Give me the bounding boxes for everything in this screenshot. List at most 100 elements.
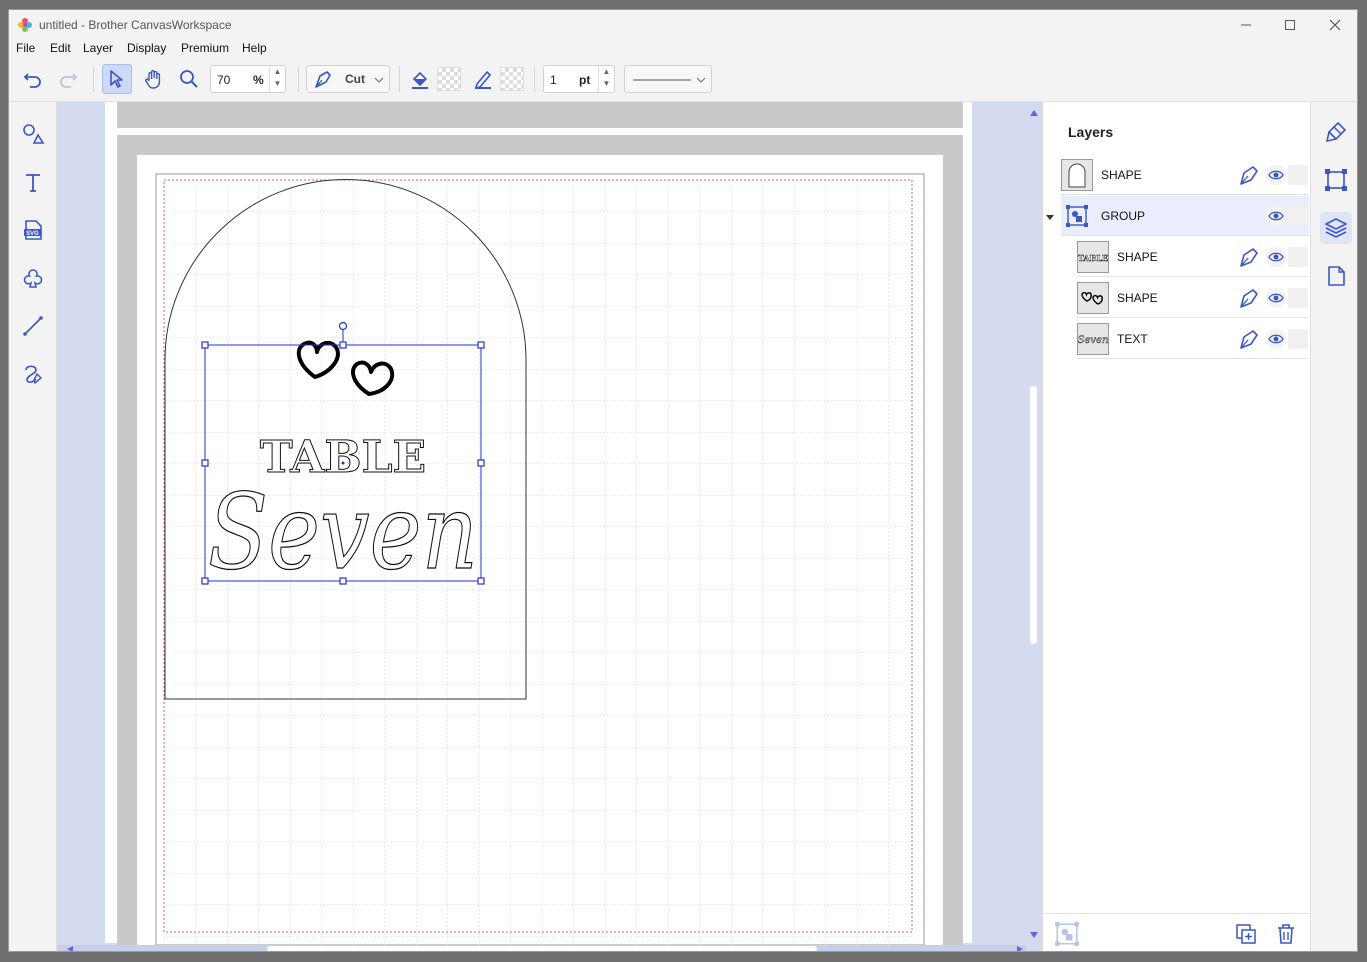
chevron-up-icon[interactable]: ▲ bbox=[270, 66, 285, 78]
menu-file[interactable]: File bbox=[16, 41, 35, 55]
hand-icon bbox=[145, 70, 161, 89]
resize-handle[interactable] bbox=[477, 459, 485, 467]
line-color-button[interactable] bbox=[468, 64, 498, 94]
group-icon bbox=[1065, 204, 1089, 228]
lock-toggle[interactable] bbox=[1288, 247, 1308, 267]
vertical-scroll-thumb[interactable] bbox=[1030, 386, 1037, 644]
layer-row-group[interactable]: GROUP bbox=[1061, 196, 1309, 236]
zoom-tool-button[interactable] bbox=[174, 64, 204, 94]
layer-row-shape-arch[interactable]: SHAPE bbox=[1061, 155, 1309, 195]
layer-name: SHAPE bbox=[1117, 250, 1158, 264]
resize-handle[interactable] bbox=[339, 341, 347, 349]
edit-image-button[interactable] bbox=[1320, 116, 1352, 148]
collapse-arrow-icon[interactable] bbox=[1046, 213, 1054, 221]
fill-color-swatch[interactable] bbox=[437, 67, 461, 91]
right-sidebar bbox=[1310, 102, 1357, 951]
lock-toggle[interactable] bbox=[1288, 288, 1308, 308]
page-settings-button[interactable] bbox=[1320, 260, 1352, 292]
line-style-dropdown[interactable] bbox=[624, 65, 712, 93]
layers-button[interactable] bbox=[1320, 212, 1352, 244]
lock-toggle[interactable] bbox=[1288, 329, 1308, 349]
design-seven-text[interactable]: Seven bbox=[207, 470, 478, 593]
ungroup-icon[interactable] bbox=[1054, 921, 1080, 947]
line-icon bbox=[23, 316, 43, 336]
pattern-tool-button[interactable] bbox=[18, 263, 48, 293]
visibility-toggle[interactable] bbox=[1266, 206, 1286, 226]
mode-dropdown[interactable]: Cut bbox=[306, 65, 390, 93]
line-tool-button[interactable] bbox=[18, 311, 48, 341]
chevron-down-icon bbox=[696, 77, 706, 83]
redo-button[interactable] bbox=[53, 64, 83, 94]
undo-button[interactable] bbox=[18, 64, 48, 94]
cut-pen-icon[interactable] bbox=[1237, 245, 1261, 269]
visibility-toggle[interactable] bbox=[1266, 165, 1286, 185]
solid-line-icon bbox=[633, 79, 691, 81]
canvas-area[interactable]: TABLE Seven bbox=[57, 102, 1042, 952]
toolbar-divider bbox=[298, 66, 299, 92]
eye-icon bbox=[1268, 252, 1284, 262]
layer-row-shape-hearts[interactable]: SHAPE bbox=[1077, 278, 1309, 318]
line-width-stepper[interactable]: ▲ ▼ bbox=[598, 66, 614, 92]
rotate-handle[interactable] bbox=[338, 321, 348, 331]
chevron-up-icon[interactable]: ▲ bbox=[599, 66, 614, 78]
zoom-input[interactable]: 70 % ▲ ▼ bbox=[210, 65, 286, 93]
select-tool-button[interactable] bbox=[102, 64, 132, 94]
trash-icon[interactable] bbox=[1274, 922, 1298, 946]
layer-name: GROUP bbox=[1101, 209, 1146, 223]
pan-tool-button[interactable] bbox=[139, 64, 169, 94]
layer-row-text-seven[interactable]: Seven TEXT bbox=[1077, 319, 1309, 359]
horizontal-scroll-thumb[interactable] bbox=[267, 946, 817, 952]
line-width-unit: pt bbox=[579, 73, 591, 87]
layers-title: Layers bbox=[1068, 124, 1114, 140]
close-button[interactable] bbox=[1324, 15, 1346, 35]
cut-pen-icon[interactable] bbox=[1237, 327, 1261, 351]
chevron-down-icon[interactable]: ▼ bbox=[599, 78, 614, 90]
shape-tool-button[interactable] bbox=[18, 119, 48, 149]
visibility-toggle[interactable] bbox=[1266, 329, 1286, 349]
svg-import-button[interactable]: SVG bbox=[18, 215, 48, 245]
menu-edit[interactable]: Edit bbox=[50, 41, 71, 55]
resize-handle[interactable] bbox=[201, 341, 209, 349]
menu-premium[interactable]: Premium bbox=[181, 41, 229, 55]
design-canvas[interactable]: TABLE Seven bbox=[57, 102, 1042, 952]
cut-pen-icon[interactable] bbox=[1237, 163, 1261, 187]
mat-top-band bbox=[117, 102, 963, 128]
layers-panel-footer bbox=[1043, 913, 1310, 951]
resize-handle[interactable] bbox=[201, 459, 209, 467]
undo-icon bbox=[23, 73, 41, 88]
zoom-stepper[interactable]: ▲ ▼ bbox=[269, 66, 285, 92]
duplicate-icon[interactable] bbox=[1234, 922, 1258, 946]
menu-layer[interactable]: Layer bbox=[83, 41, 113, 55]
toolbar-divider bbox=[93, 66, 94, 92]
minimize-button[interactable] bbox=[1235, 15, 1257, 35]
cut-pen-icon[interactable] bbox=[1237, 286, 1261, 310]
chevron-down-icon[interactable]: ▼ bbox=[270, 78, 285, 90]
layer-name: SHAPE bbox=[1101, 168, 1142, 182]
resize-handle[interactable] bbox=[477, 577, 485, 585]
maximize-button[interactable] bbox=[1279, 15, 1301, 35]
paint-bucket-icon bbox=[412, 71, 428, 89]
visibility-toggle[interactable] bbox=[1266, 247, 1286, 267]
menu-display[interactable]: Display bbox=[127, 41, 166, 55]
fill-color-button[interactable] bbox=[405, 64, 435, 94]
text-tool-button[interactable] bbox=[18, 167, 48, 197]
lock-toggle[interactable] bbox=[1288, 206, 1308, 226]
resize-handle[interactable] bbox=[201, 577, 209, 585]
layer-row-shape-table[interactable]: TABLE SHAPE bbox=[1077, 237, 1309, 277]
resize-handle[interactable] bbox=[339, 577, 347, 585]
layer-name: SHAPE bbox=[1117, 291, 1158, 305]
transform-button[interactable] bbox=[1320, 164, 1352, 196]
lock-toggle[interactable] bbox=[1288, 165, 1308, 185]
resize-handle[interactable] bbox=[477, 341, 485, 349]
menu-help[interactable]: Help bbox=[242, 41, 267, 55]
line-width-input[interactable]: 1 pt ▲ ▼ bbox=[543, 65, 615, 93]
svg-text:SVG: SVG bbox=[26, 231, 39, 237]
zoom-value: 70 bbox=[217, 73, 231, 87]
line-color-swatch[interactable] bbox=[500, 67, 524, 91]
minimize-icon bbox=[1241, 24, 1251, 26]
pointer-icon bbox=[110, 70, 123, 88]
eye-icon bbox=[1268, 170, 1284, 180]
visibility-toggle[interactable] bbox=[1266, 288, 1286, 308]
freehand-tool-button[interactable] bbox=[18, 359, 48, 389]
maximize-icon bbox=[1285, 20, 1295, 30]
